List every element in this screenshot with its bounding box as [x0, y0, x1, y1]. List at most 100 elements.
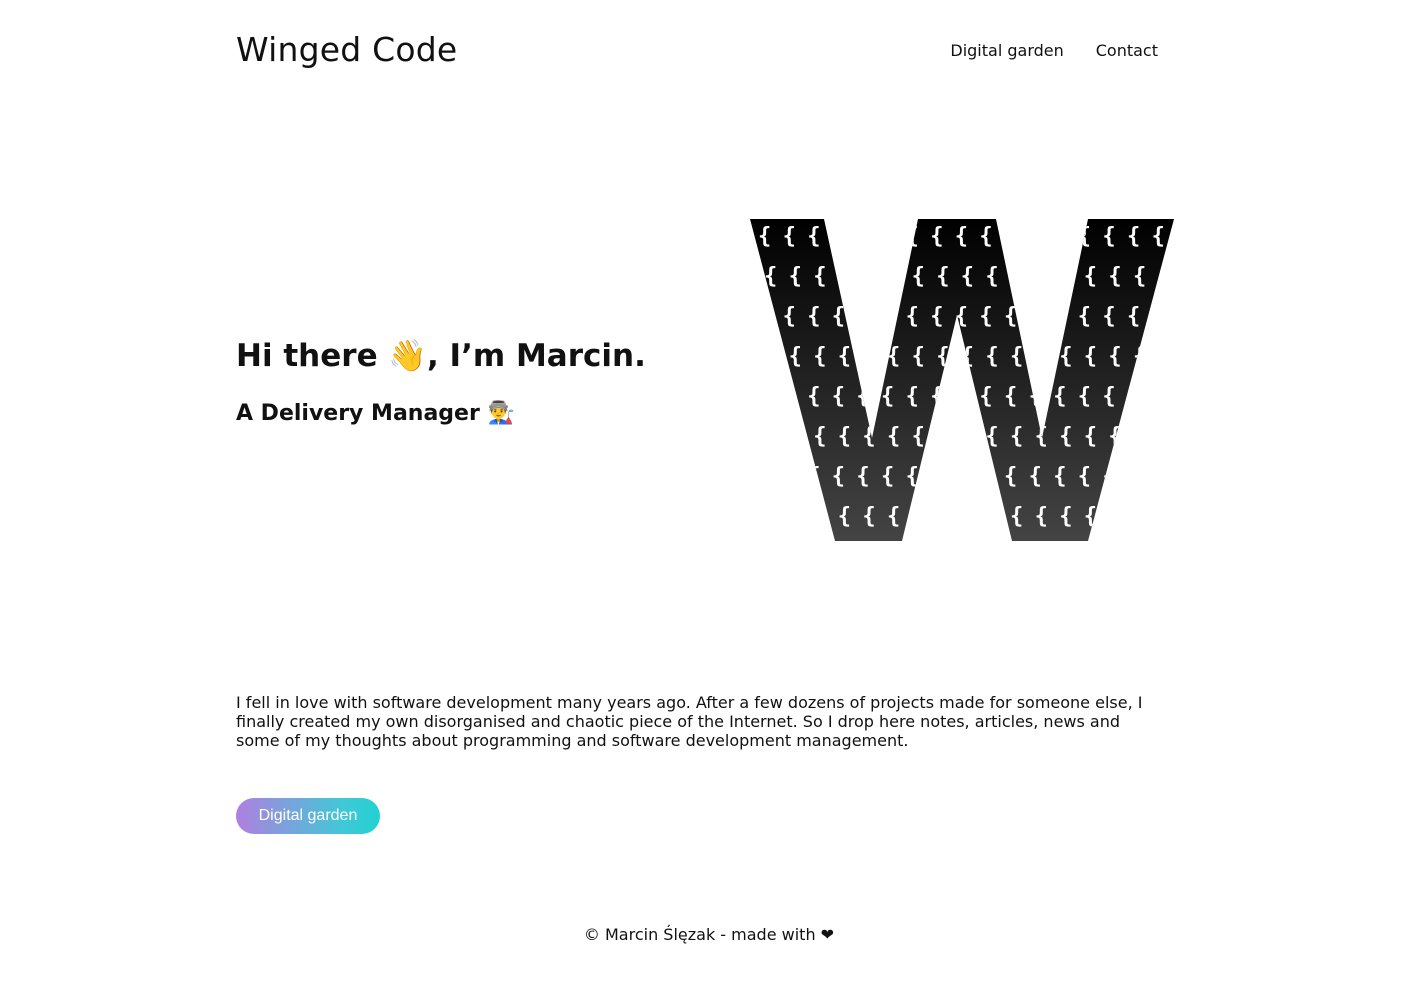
brace-glyph: {: [1059, 264, 1072, 289]
brace-glyph: {: [1059, 504, 1072, 529]
brace-glyph: {: [1127, 224, 1140, 249]
brace-glyph: {: [856, 464, 869, 489]
brace-glyph: {: [881, 384, 894, 409]
site-footer: © Marcin Ślęzak - made with ❤: [0, 924, 1418, 946]
brace-glyph: {: [1152, 464, 1165, 489]
brace-glyph: {: [807, 384, 820, 409]
brace-glyph: {: [887, 504, 900, 529]
brace-glyph: {: [1078, 464, 1091, 489]
brace-glyph: {: [856, 304, 869, 329]
brace-glyph: {: [912, 344, 925, 369]
brand-logo-link[interactable]: Winged Code: [236, 28, 457, 72]
winged-w-logo: {{{{{{{{{{{{{{{{{{{{{{{{{{{{{{{{{{{{{{{{…: [750, 219, 1174, 541]
nav-link-digital-garden[interactable]: Digital garden: [950, 41, 1063, 60]
brace-glyph: {: [789, 504, 802, 529]
nav-link-contact[interactable]: Contact: [1096, 41, 1158, 60]
brace-glyph: {: [1084, 344, 1097, 369]
brace-glyph: {: [813, 504, 826, 529]
brace-glyph: {: [807, 464, 820, 489]
brace-glyph: {: [783, 384, 796, 409]
brace-glyph: {: [789, 264, 802, 289]
brace-glyph: {: [764, 424, 777, 449]
brace-glyph: {: [838, 504, 851, 529]
brace-glyph: {: [832, 224, 845, 249]
brace-glyph: {: [1084, 264, 1097, 289]
brace-glyph: {: [1133, 344, 1146, 369]
brace-glyph: {: [1053, 224, 1066, 249]
brace-glyph: {: [985, 504, 998, 529]
brace-glyph: {: [838, 264, 851, 289]
brace-glyph: {: [862, 424, 875, 449]
brace-glyph: {: [1133, 504, 1146, 529]
hero-section: Hi there 👋, I’m Marcin. A Delivery Manag…: [236, 336, 716, 429]
brace-glyph: {: [936, 424, 949, 449]
brace-glyph: {: [1133, 264, 1146, 289]
brace-glyph: {: [1102, 464, 1115, 489]
brace-glyph: {: [1133, 424, 1146, 449]
brace-glyph: {: [985, 264, 998, 289]
intro-paragraph: I fell in love with software development…: [236, 693, 1143, 750]
brace-glyph: {: [979, 464, 992, 489]
brace-glyph: {: [985, 424, 998, 449]
brace-glyph: {: [1102, 304, 1115, 329]
brace-glyph: {: [955, 224, 968, 249]
brace-glyph: {: [813, 424, 826, 449]
brace-glyph: {: [1078, 304, 1091, 329]
brace-glyph: {: [906, 384, 919, 409]
brace-glyph: {: [1035, 264, 1048, 289]
brace-glyph: {: [1084, 424, 1097, 449]
brace-glyph: {: [862, 264, 875, 289]
brace-glyph: {: [961, 504, 974, 529]
footer-copyright: © Marcin Ślęzak - made with ❤: [583, 925, 835, 944]
brace-glyph: {: [1029, 304, 1042, 329]
brace-glyph: {: [807, 224, 820, 249]
main-nav: Digital garden Contact: [950, 28, 1158, 72]
brace-glyph: {: [979, 224, 992, 249]
brace-glyph: {: [936, 264, 949, 289]
brace-glyph: {: [832, 304, 845, 329]
brace-glyph: {: [912, 264, 925, 289]
brace-glyph: {: [1102, 384, 1115, 409]
brace-glyph: {: [1127, 464, 1140, 489]
brace-glyph: {: [1053, 304, 1066, 329]
brace-glyph: {: [1158, 424, 1171, 449]
brace-glyph: {: [758, 304, 771, 329]
brace-glyph: {: [955, 384, 968, 409]
brace-glyph: {: [758, 384, 771, 409]
brace-glyph: {: [887, 264, 900, 289]
brace-glyph: {: [979, 384, 992, 409]
brace-glyph: {: [912, 504, 925, 529]
brace-glyph: {: [906, 224, 919, 249]
brace-glyph: {: [1158, 504, 1171, 529]
brace-glyph: {: [764, 264, 777, 289]
brace-glyph: {: [1127, 304, 1140, 329]
brace-glyph: {: [1078, 224, 1091, 249]
brace-glyph: {: [838, 424, 851, 449]
brace-glyph: {: [832, 464, 845, 489]
brace-glyph: {: [783, 304, 796, 329]
brace-glyph: {: [1035, 424, 1048, 449]
digital-garden-button[interactable]: Digital garden: [236, 798, 380, 834]
brace-glyph: {: [1035, 504, 1048, 529]
brace-glyph: {: [1004, 224, 1017, 249]
brace-glyph: {: [1152, 384, 1165, 409]
brace-glyph: {: [936, 344, 949, 369]
brace-glyph: {: [887, 424, 900, 449]
brace-glyph: {: [936, 504, 949, 529]
brace-glyph: {: [832, 384, 845, 409]
site-header: Winged Code Digital garden Contact: [236, 28, 1158, 72]
brace-glyph: {: [1152, 224, 1165, 249]
brace-glyph: {: [930, 384, 943, 409]
brace-glyph: {: [906, 304, 919, 329]
brace-glyph: {: [1108, 504, 1121, 529]
hero-greeting: Hi there 👋, I’m Marcin.: [236, 338, 646, 374]
brace-glyph: {: [1010, 504, 1023, 529]
brace-glyph: {: [930, 224, 943, 249]
brace-glyph: {: [758, 464, 771, 489]
brace-glyph: {: [783, 464, 796, 489]
brace-glyph: {: [1010, 344, 1023, 369]
brace-glyph: {: [961, 424, 974, 449]
brace-glyph: {: [887, 344, 900, 369]
brace-glyph: {: [1010, 264, 1023, 289]
brace-glyph: {: [1029, 464, 1042, 489]
